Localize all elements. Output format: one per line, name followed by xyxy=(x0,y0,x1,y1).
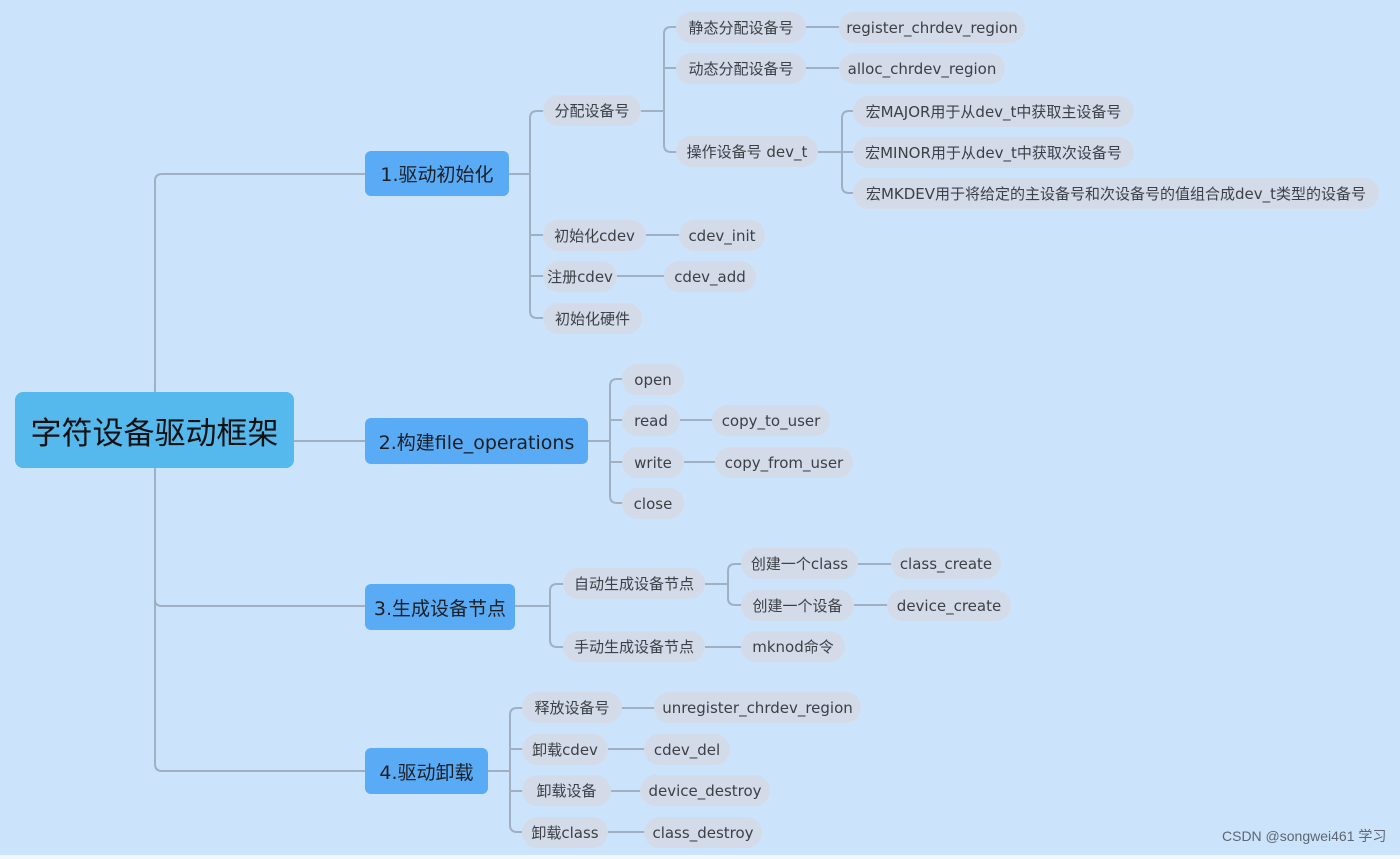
watermark: CSDN @songwei461 学习 xyxy=(1222,828,1387,844)
connector-root-trunk xyxy=(154,173,366,772)
node-read[interactable]: read xyxy=(622,405,680,436)
node-release-devno[interactable]: 释放设备号 xyxy=(522,692,622,723)
connector-b1-leaf1 xyxy=(806,26,840,69)
node-device-destroy[interactable]: device_destroy xyxy=(640,775,770,806)
node-manual-create-node[interactable]: 手动生成设备节点 xyxy=(563,631,705,662)
connector-b1 xyxy=(509,110,545,319)
node-register-chrdev-region[interactable]: register_chrdev_region xyxy=(839,12,1025,43)
branch-device-node[interactable]: 3.生成设备节点 xyxy=(365,584,515,630)
connector-b2 xyxy=(588,378,623,504)
node-auto-create-node[interactable]: 自动生成设备节点 xyxy=(563,568,705,599)
node-macro-minor[interactable]: 宏MINOR用于从dev_t中获取次设备号 xyxy=(853,137,1134,168)
node-dynamic-alloc[interactable]: 动态分配设备号 xyxy=(676,53,806,84)
connector-b4-leaf xyxy=(608,707,655,833)
node-alloc-devno[interactable]: 分配设备号 xyxy=(543,95,641,126)
node-operate-devt[interactable]: 操作设备号 dev_t xyxy=(676,136,818,167)
connector-b1-devt xyxy=(818,110,854,194)
node-macro-mkdev[interactable]: 宏MKDEV用于将给定的主设备号和次设备号的值组合成dev_t类型的设备号 xyxy=(853,178,1379,209)
branch-file-operations[interactable]: 2.构建file_operations xyxy=(365,418,588,464)
node-cdev-init[interactable]: cdev_init xyxy=(679,220,765,251)
node-class-create[interactable]: class_create xyxy=(891,548,1001,579)
branch-driver-init[interactable]: 1.驱动初始化 xyxy=(365,151,509,196)
node-create-class[interactable]: 创建一个class xyxy=(741,548,858,579)
bottom-strip xyxy=(0,855,1400,859)
node-unload-class[interactable]: 卸载class xyxy=(522,817,608,848)
node-write[interactable]: write xyxy=(622,447,684,478)
node-cdev-del[interactable]: cdev_del xyxy=(644,734,730,765)
node-init-hardware[interactable]: 初始化硬件 xyxy=(543,303,642,334)
node-mknod-command[interactable]: mknod命令 xyxy=(741,631,845,662)
node-class-destroy[interactable]: class_destroy xyxy=(644,817,762,848)
connector-b2-leaf xyxy=(680,419,716,463)
connector-b1-alloc xyxy=(640,26,677,153)
mind-map-canvas: 字符设备驱动框架 1.驱动初始化 2.构建file_operations 3.生… xyxy=(0,0,1400,859)
node-device-create[interactable]: device_create xyxy=(887,590,1011,621)
node-create-device[interactable]: 创建一个设备 xyxy=(741,590,854,621)
branch-driver-unload[interactable]: 4.驱动卸载 xyxy=(365,748,488,794)
node-copy-from-user[interactable]: copy_from_user xyxy=(715,447,853,478)
node-init-cdev[interactable]: 初始化cdev xyxy=(543,220,646,251)
root-node[interactable]: 字符设备驱动框架 xyxy=(15,392,294,468)
node-unload-cdev[interactable]: 卸载cdev xyxy=(522,734,608,765)
node-macro-major[interactable]: 宏MAJOR用于从dev_t中获取主设备号 xyxy=(853,96,1134,127)
connector-b4 xyxy=(488,707,523,833)
node-unregister-chrdev-region[interactable]: unregister_chrdev_region xyxy=(654,692,861,723)
node-register-cdev[interactable]: 注册cdev xyxy=(543,261,617,292)
node-close[interactable]: close xyxy=(622,488,684,519)
node-unload-device[interactable]: 卸载设备 xyxy=(522,775,611,806)
node-open[interactable]: open xyxy=(622,364,684,395)
connector-b3-auto xyxy=(705,563,742,606)
node-alloc-chrdev-region[interactable]: alloc_chrdev_region xyxy=(839,53,1005,84)
node-cdev-add[interactable]: cdev_add xyxy=(664,261,756,292)
node-static-alloc[interactable]: 静态分配设备号 xyxy=(676,12,806,43)
connector-b3 xyxy=(515,583,564,648)
node-copy-to-user[interactable]: copy_to_user xyxy=(712,405,830,436)
